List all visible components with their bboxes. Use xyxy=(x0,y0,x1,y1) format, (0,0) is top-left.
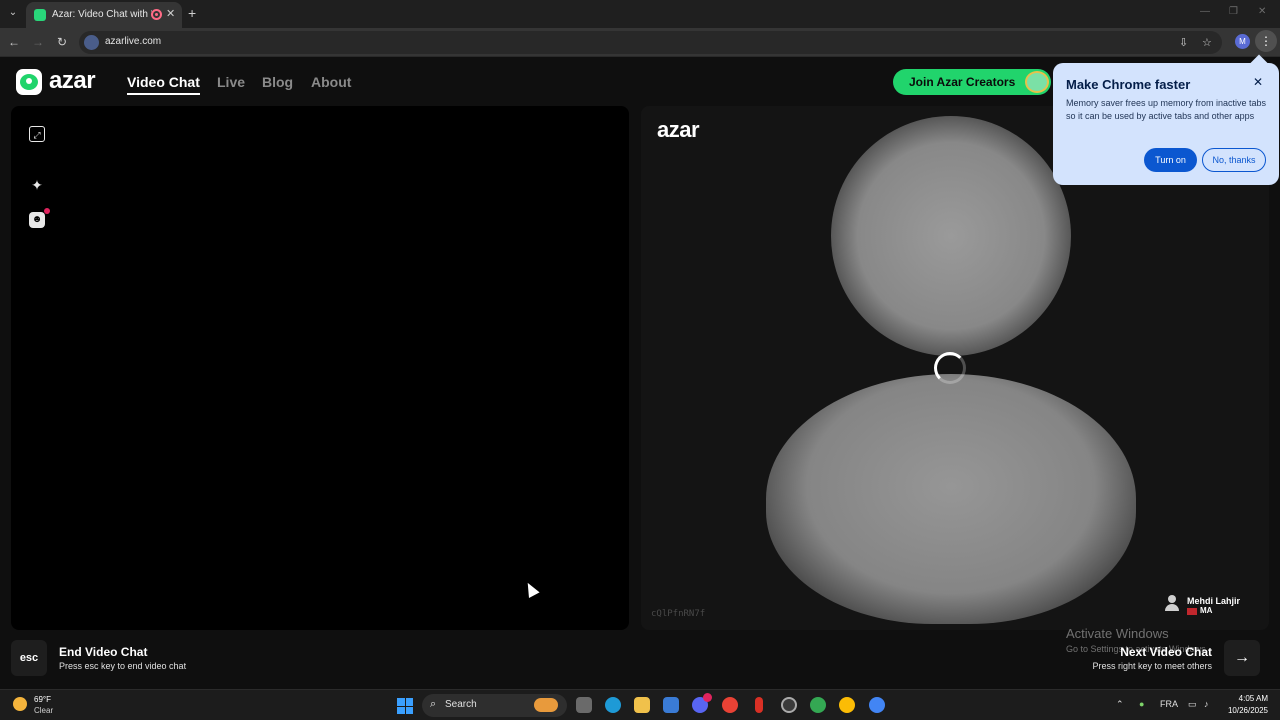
browser-toolbar: ← → ↻ azarlive.com ⇩ ☆ M ⋮ xyxy=(0,28,1280,57)
weather-condition[interactable]: Clear xyxy=(34,706,53,715)
peer-name: Mehdi Lahjir xyxy=(1187,596,1241,606)
join-creators-button[interactable]: Join Azar Creators xyxy=(893,69,1051,95)
new-tab-button[interactable]: + xyxy=(188,5,196,21)
clock-time[interactable]: 4:05 AM xyxy=(1236,694,1268,703)
volume-icon[interactable]: ♪ xyxy=(1204,699,1209,709)
task-view-icon[interactable] xyxy=(576,697,592,713)
reload-icon[interactable]: ↻ xyxy=(54,34,70,50)
peer-avatar-icon xyxy=(1165,595,1179,611)
placeholder-body xyxy=(766,374,1136,624)
creators-badge-icon xyxy=(1025,71,1049,93)
microsoft-store-icon[interactable] xyxy=(663,697,679,713)
end-chat-subtitle: Press esc key to end video chat xyxy=(59,661,187,671)
taskbar-search[interactable]: ⌕ Search xyxy=(422,694,567,717)
local-video-panel: ⤢ ✦ ☻ xyxy=(11,106,629,630)
back-arrow-icon[interactable]: ← xyxy=(6,34,22,50)
chrome-profile-2-icon[interactable] xyxy=(839,697,855,713)
language-indicator[interactable]: FRA xyxy=(1160,699,1178,709)
tab-search-chevron-icon[interactable]: ⌄ xyxy=(5,5,21,21)
nav-blog[interactable]: Blog xyxy=(262,74,293,90)
join-creators-label: Join Azar Creators xyxy=(909,75,1016,89)
windows-start-icon[interactable] xyxy=(397,698,413,714)
tray-chevron-icon[interactable]: ⌃ xyxy=(1116,699,1124,710)
browser-tab-azar[interactable]: Azar: Video Chat with New ✕ xyxy=(26,2,182,28)
forward-arrow-icon[interactable]: → xyxy=(30,34,46,50)
chrome-profile-3-icon[interactable] xyxy=(869,697,885,713)
morocco-flag-icon xyxy=(1187,608,1197,615)
azar-favicon-icon xyxy=(34,9,46,21)
expand-icon[interactable]: ⤢ xyxy=(29,126,45,142)
popup-close-icon[interactable]: ✕ xyxy=(1253,75,1263,89)
microphone-icon[interactable] xyxy=(755,697,763,713)
next-chat-button[interactable]: → xyxy=(1224,640,1260,676)
windows-taskbar: 69°F Clear ⌕ Search ⌃ ● FRA ▭ ♪ 4:05 AM … xyxy=(0,689,1280,720)
browser-tab-strip: ⌄ Azar: Video Chat with New ✕ + — ❐ ✕ xyxy=(0,0,1280,28)
weather-temperature[interactable]: 69°F xyxy=(34,695,51,704)
azar-logo-text: azar xyxy=(49,67,96,94)
popup-body: Memory saver frees up memory from inacti… xyxy=(1066,98,1267,121)
nav-about[interactable]: About xyxy=(311,74,351,90)
turn-on-button[interactable]: Turn on xyxy=(1144,148,1197,172)
site-info-icon[interactable] xyxy=(84,35,99,50)
popup-title: Make Chrome faster xyxy=(1066,77,1191,92)
weather-moon-icon[interactable] xyxy=(13,697,27,711)
next-chat-title: Next Video Chat xyxy=(1120,645,1212,659)
file-explorer-icon[interactable] xyxy=(634,697,650,713)
clock-date[interactable]: 10/26/2025 xyxy=(1224,706,1268,715)
edge-browser-icon[interactable] xyxy=(605,697,621,713)
discord-badge xyxy=(703,693,712,702)
tray-mic-icon[interactable]: ● xyxy=(1139,699,1144,709)
profile-avatar[interactable]: M xyxy=(1235,34,1250,49)
nav-live[interactable]: Live xyxy=(217,74,245,90)
bookmark-star-icon[interactable]: ☆ xyxy=(1202,36,1212,49)
chrome-menu-icon[interactable]: ⋮ xyxy=(1255,30,1277,52)
address-bar[interactable]: azarlive.com ⇩ ☆ xyxy=(79,31,1222,54)
nav-video-chat[interactable]: Video Chat xyxy=(127,74,200,95)
search-highlight-icon xyxy=(534,698,558,712)
notification-dot xyxy=(44,208,50,214)
remote-azar-logo: azar xyxy=(657,117,700,142)
tab-title: Azar: Video Chat with New xyxy=(52,9,152,20)
end-chat-esc-button[interactable]: esc xyxy=(11,640,47,676)
search-icon: ⌕ xyxy=(430,698,437,710)
maximize-icon[interactable]: ❐ xyxy=(1229,6,1238,17)
azar-logo-icon xyxy=(16,69,42,95)
chrome-profile-icon[interactable] xyxy=(810,697,826,713)
end-chat-title: End Video Chat xyxy=(59,645,148,659)
recording-indicator-icon xyxy=(151,9,162,20)
loading-spinner-icon xyxy=(934,352,966,384)
effects-sparkle-icon[interactable]: ✦ xyxy=(29,177,45,193)
search-label: Search xyxy=(445,699,477,710)
user-code: cQlPfnRN7f xyxy=(651,609,706,619)
face-filter-icon[interactable]: ☻ xyxy=(29,212,45,228)
install-app-icon[interactable]: ⇩ xyxy=(1179,36,1188,49)
close-window-icon[interactable]: ✕ xyxy=(1258,6,1266,17)
placeholder-head xyxy=(831,116,1071,356)
chrome-icon[interactable] xyxy=(722,697,738,713)
minimize-icon[interactable]: — xyxy=(1200,6,1210,17)
activate-title: Activate Windows xyxy=(1066,626,1169,641)
no-thanks-button[interactable]: No, thanks xyxy=(1202,148,1266,172)
memory-saver-popup: Make Chrome faster ✕ Memory saver frees … xyxy=(1053,63,1279,185)
network-icon[interactable]: ▭ xyxy=(1188,699,1197,710)
peer-country: MA xyxy=(1200,606,1213,615)
next-chat-subtitle: Press right key to meet others xyxy=(1092,661,1212,671)
azar-logo[interactable]: azar xyxy=(16,67,104,95)
tab-close-icon[interactable]: ✕ xyxy=(166,7,175,20)
url-text[interactable]: azarlive.com xyxy=(105,36,161,47)
obs-icon[interactable] xyxy=(781,697,797,713)
